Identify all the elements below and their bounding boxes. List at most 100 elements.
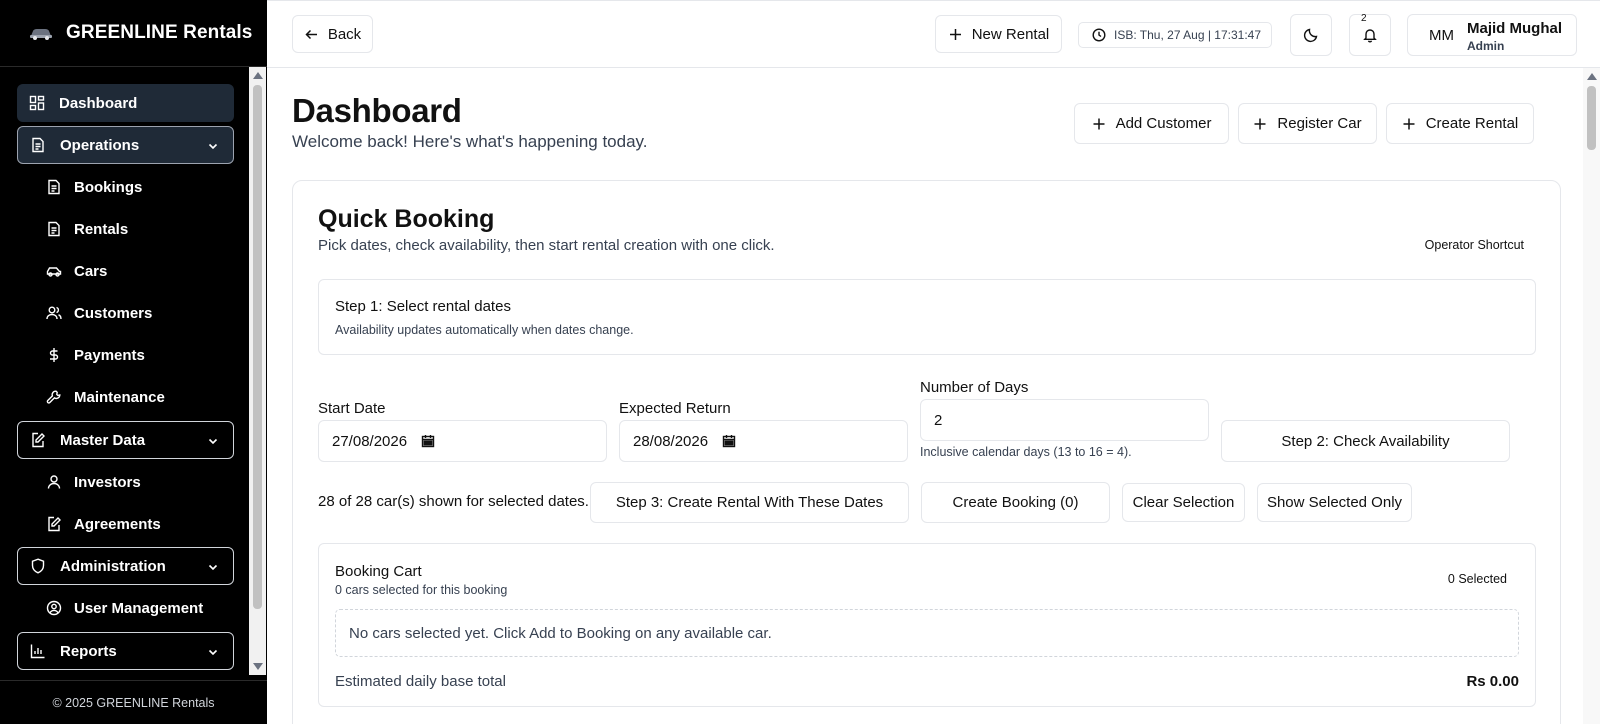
sidebar-scrollbar-thumb[interactable] — [253, 85, 262, 609]
start-date-label: Start Date — [318, 400, 386, 417]
plus-icon — [948, 27, 963, 42]
sidebar-item-rentals[interactable]: Rentals — [46, 212, 128, 246]
notifications-button[interactable] — [1349, 14, 1391, 56]
clock-icon — [1092, 28, 1106, 42]
create-rental-with-dates-button[interactable]: Step 3: Create Rental With These Dates — [590, 482, 909, 523]
cart-subtitle: 0 cars selected for this booking — [335, 583, 508, 597]
main-content: Dashboard Welcome back! Here's what's ha… — [267, 68, 1583, 724]
sidebar-group-master-data[interactable]: Master Data — [17, 421, 234, 459]
quick-booking-title: Quick Booking — [318, 205, 495, 233]
cart-estimate-label: Estimated daily base total — [335, 673, 506, 690]
sidebar-nav: Dashboard Operations Bookings Rentals Ca… — [0, 70, 249, 675]
sidebar-group-operations[interactable]: Operations — [17, 126, 234, 164]
operator-shortcut-label: Operator Shortcut — [1424, 238, 1524, 252]
sidebar-scrollbar[interactable] — [249, 67, 266, 675]
user-name: Majid Mughal — [1467, 20, 1562, 37]
sidebar-item-label: Maintenance — [74, 388, 165, 406]
check-availability-label: Step 2: Check Availability — [1281, 432, 1450, 450]
bell-icon — [1362, 27, 1378, 43]
create-booking-button[interactable]: Create Booking (0) — [921, 482, 1110, 523]
dollar-icon — [46, 347, 62, 363]
chevron-down-icon — [207, 646, 219, 658]
start-date-input[interactable]: 27/08/2026 — [318, 420, 607, 462]
sidebar-item-customers[interactable]: Customers — [46, 296, 152, 330]
plus-icon — [1253, 117, 1267, 131]
days-hint: Inclusive calendar days (13 to 16 = 4). — [920, 445, 1132, 459]
sidebar-item-dashboard[interactable]: Dashboard — [17, 84, 234, 122]
avatar: MM — [1429, 27, 1454, 44]
sidebar-group-label: Operations — [60, 136, 140, 154]
sidebar-item-label: Cars — [74, 262, 108, 280]
theme-toggle-button[interactable] — [1290, 14, 1332, 56]
sidebar-item-maintenance[interactable]: Maintenance — [46, 380, 165, 414]
calendar-icon[interactable] — [722, 434, 736, 448]
sidebar: GREENLINE Rentals Dashboard Operations B… — [0, 0, 267, 724]
return-date-label: Expected Return — [619, 400, 731, 417]
sidebar-item-label: Rentals — [74, 220, 129, 238]
sidebar-item-user-management[interactable]: User Management — [46, 591, 203, 625]
quick-booking-card: Quick Booking Pick dates, check availabi… — [292, 180, 1561, 724]
cart-title: Booking Cart — [335, 563, 422, 580]
register-car-button[interactable]: Register Car — [1238, 103, 1377, 144]
return-date-value: 28/08/2026 — [633, 432, 709, 450]
user-icon — [46, 474, 62, 490]
sidebar-item-label: Agreements — [74, 515, 161, 533]
document-icon — [46, 179, 62, 195]
sidebar-item-cars[interactable]: Cars — [46, 254, 107, 288]
create-rental-button[interactable]: Create Rental — [1386, 103, 1534, 144]
car-icon — [46, 263, 62, 279]
new-rental-label: New Rental — [971, 25, 1050, 43]
sidebar-item-label: User Management — [74, 599, 204, 617]
sidebar-item-bookings[interactable]: Bookings — [46, 170, 142, 204]
sidebar-item-payments[interactable]: Payments — [46, 338, 145, 372]
new-rental-button[interactable]: New Rental — [935, 15, 1062, 53]
wrench-icon — [46, 389, 62, 405]
cart-estimate-value: Rs 0.00 — [1466, 673, 1519, 690]
document-icon — [30, 137, 46, 153]
top-bar: Back New Rental ISB: Thu, 27 Aug | 17:31… — [267, 0, 1600, 68]
booking-cart: Booking Cart 0 cars selected for this bo… — [318, 543, 1536, 707]
sidebar-item-investors[interactable]: Investors — [46, 465, 141, 499]
shield-icon — [30, 558, 46, 574]
sidebar-item-label: Bookings — [74, 178, 143, 196]
sidebar-group-label: Administration — [60, 557, 166, 575]
moon-icon — [1303, 27, 1319, 43]
user-menu[interactable]: MM Majid Mughal Admin — [1407, 14, 1577, 56]
show-selected-only-button[interactable]: Show Selected Only — [1257, 483, 1412, 522]
main-scrollbar-thumb[interactable] — [1587, 86, 1596, 150]
add-customer-button[interactable]: Add Customer — [1074, 103, 1229, 144]
sidebar-group-administration[interactable]: Administration — [17, 547, 234, 585]
main-scrollbar[interactable] — [1583, 68, 1600, 724]
check-availability-button[interactable]: Step 2: Check Availability — [1221, 420, 1510, 462]
back-button[interactable]: Back — [292, 15, 373, 53]
calendar-icon[interactable] — [421, 434, 435, 448]
edit-document-icon — [46, 516, 62, 532]
scroll-down-arrow-icon[interactable] — [253, 663, 263, 670]
dashboard-icon — [29, 95, 45, 111]
brand-name: GREENLINE Rentals — [66, 22, 253, 43]
days-label: Number of Days — [920, 379, 1029, 396]
create-booking-label: Create Booking (0) — [952, 494, 1079, 511]
days-input[interactable]: 2 — [920, 399, 1209, 441]
arrow-left-icon — [304, 27, 319, 42]
user-role: Admin — [1467, 39, 1505, 53]
plus-icon — [1402, 117, 1416, 131]
notification-count-badge: 2 — [1361, 13, 1367, 24]
quick-booking-subtitle: Pick dates, check availability, then sta… — [318, 237, 775, 254]
back-label: Back — [327, 25, 362, 43]
return-date-input[interactable]: 28/08/2026 — [619, 420, 908, 462]
sidebar-group-reports[interactable]: Reports — [17, 632, 234, 670]
sidebar-item-agreements[interactable]: Agreements — [46, 507, 161, 541]
cars-shown-text: 28 of 28 car(s) shown for selected dates… — [318, 493, 589, 510]
step1-title: Step 1: Select rental dates — [335, 298, 511, 315]
clock-text: ISB: Thu, 27 Aug | 17:31:47 — [1114, 28, 1262, 42]
sidebar-group-label: Reports — [60, 642, 117, 660]
cart-empty-state: No cars selected yet. Click Add to Booki… — [335, 609, 1519, 657]
clear-selection-button[interactable]: Clear Selection — [1122, 483, 1245, 522]
sidebar-item-label: Dashboard — [59, 94, 138, 112]
page-subtitle: Welcome back! Here's what's happening to… — [292, 132, 648, 151]
scroll-up-arrow-icon[interactable] — [1587, 73, 1597, 80]
clear-selection-label: Clear Selection — [1132, 494, 1235, 511]
scroll-up-arrow-icon[interactable] — [253, 72, 263, 79]
brand[interactable]: GREENLINE Rentals — [0, 0, 267, 67]
